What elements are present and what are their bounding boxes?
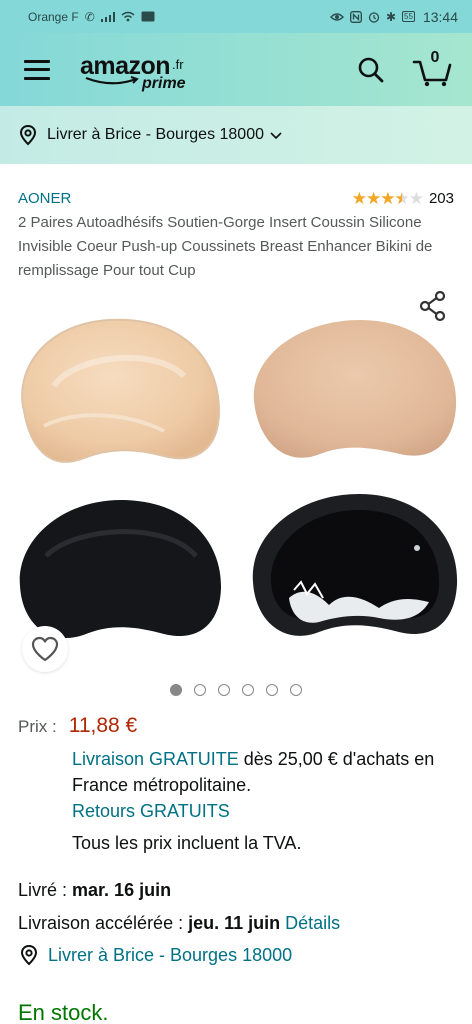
delivery-location-link[interactable]: Livrer à Brice - Bourges 18000 [18, 944, 292, 966]
phone-icon: ✆ [84, 9, 95, 24]
bluetooth-icon: ✱ [385, 9, 397, 24]
delivery-date-row: Livré : mar. 16 juin [18, 880, 171, 901]
image-pagination [0, 684, 472, 700]
price-value: 11,88 € [68, 714, 138, 737]
image-dot-1[interactable] [170, 684, 182, 696]
image-dot-5[interactable] [266, 684, 278, 696]
image-dot-6[interactable] [290, 684, 302, 696]
express-date: jeu. 11 juin [188, 913, 281, 933]
stock-status: En stock. [18, 1000, 109, 1024]
cart-count: 0 [430, 48, 440, 66]
product-title: 2 Paires Autoadhésifs Soutien-Gorge Inse… [18, 214, 433, 279]
price-label: Prix : [18, 717, 57, 736]
delivery-location-text: Livrer à Brice - Bourges 18000 [47, 126, 264, 143]
location-pin-icon [20, 944, 38, 966]
smile-arrow-icon [85, 75, 139, 84]
star-rating: ★★★★★ ★★★★★ [351, 188, 424, 208]
brand-link[interactable]: AONER [18, 190, 71, 207]
image-dot-3[interactable] [218, 684, 230, 696]
delivery-location-bar[interactable]: Livrer à Brice - Bourges 18000 [0, 106, 472, 164]
delivery-location-text: Livrer à Brice - Bourges 18000 [48, 944, 293, 965]
location-pin-icon [19, 124, 37, 146]
image-dot-4[interactable] [242, 684, 254, 696]
chevron-down-icon [270, 132, 282, 140]
price-info: Livraison GRATUITE dès 25,00 € d'achats … [72, 746, 462, 856]
product-image-pad-black-back [252, 494, 458, 636]
nfc-icon [350, 10, 362, 23]
express-delivery-row: Livraison accélérée : jeu. 11 juin Détai… [18, 913, 340, 934]
product-image-pad-nude-silicone [21, 318, 221, 463]
wifi-icon [121, 11, 135, 22]
heart-icon [31, 636, 59, 662]
delivered-label: Livré : [18, 880, 73, 900]
vat-notice: Tous les prix incluent la TVA. [72, 833, 302, 853]
product-image-pad-beige-foam [253, 320, 457, 458]
free-delivery-link[interactable]: Livraison GRATUITE [72, 749, 239, 769]
app-header: amazon .fr prime 0 [0, 33, 472, 106]
rating-summary[interactable]: ★★★★★ ★★★★★ 203 [352, 190, 454, 207]
message-icon [141, 11, 155, 22]
signal-icon [100, 11, 115, 22]
alarm-icon [368, 11, 380, 23]
price-row: Prix : 11,88 € [18, 714, 137, 738]
brand-rating-row: AONER ★★★★★ ★★★★★ 203 [18, 187, 454, 209]
image-dot-2[interactable] [194, 684, 206, 696]
carrier-label: Orange F [28, 9, 79, 24]
product-image-pad-black-foam [19, 500, 222, 639]
wishlist-button[interactable] [22, 626, 68, 672]
cart-button[interactable]: 0 [412, 48, 454, 88]
eye-icon [329, 12, 344, 21]
details-link[interactable]: Détails [285, 913, 340, 933]
rating-count: 203 [428, 189, 454, 207]
product-image-gallery[interactable] [0, 290, 472, 680]
express-label: Livraison accélérée : [18, 913, 189, 933]
free-returns-link[interactable]: Retours GRATUITS [72, 798, 462, 824]
hamburger-menu-icon[interactable] [24, 59, 50, 80]
free-delivery-line: Livraison GRATUITE dès 25,00 € d'achats … [72, 746, 462, 798]
delivered-date: mar. 16 juin [72, 880, 172, 900]
amazon-prime-logo[interactable]: amazon .fr prime [80, 48, 200, 92]
battery-indicator: 55 [402, 11, 415, 22]
search-icon[interactable] [356, 55, 386, 85]
status-bar: Orange F ✆ ✱ 55 13:44 [0, 0, 472, 33]
clock: 13:44 [422, 8, 458, 25]
